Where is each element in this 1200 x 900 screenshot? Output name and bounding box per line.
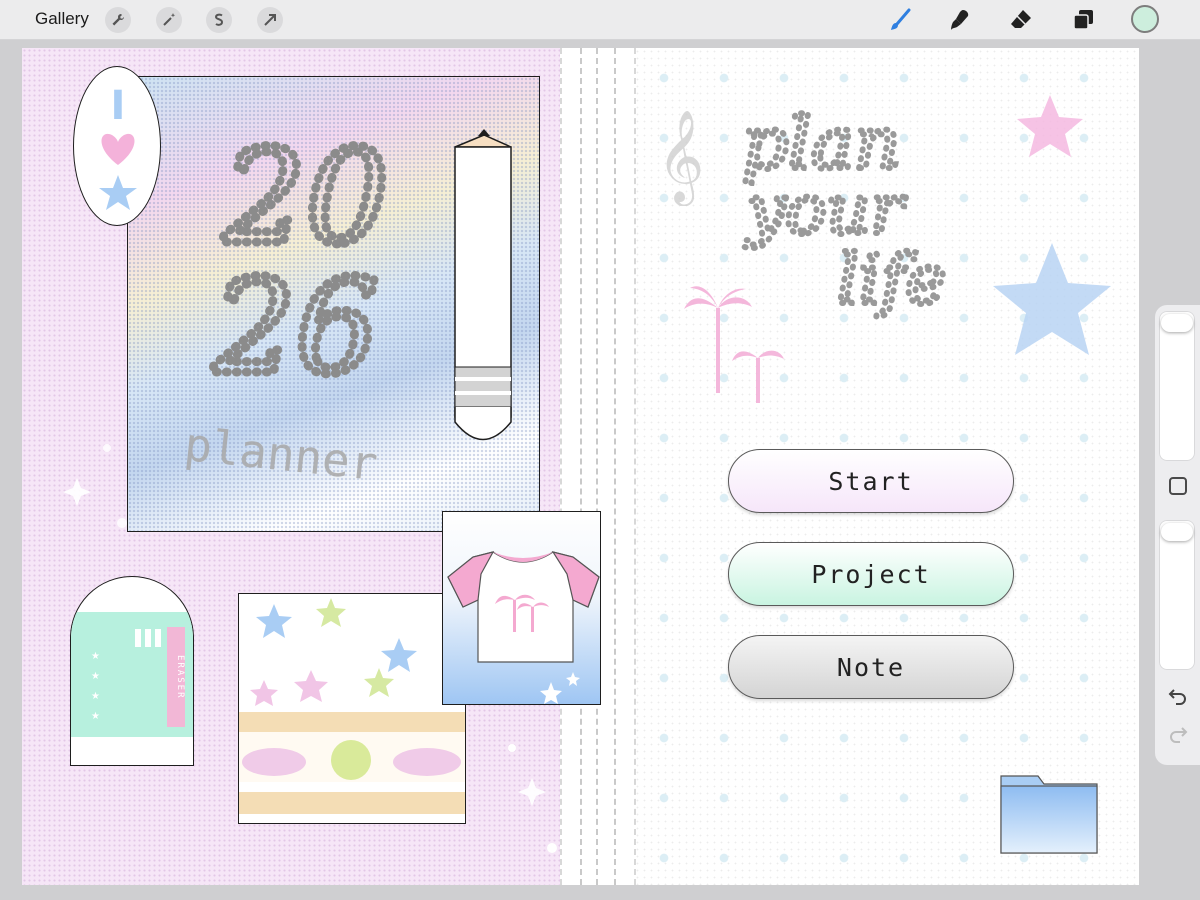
folder-icon[interactable] <box>1000 772 1098 854</box>
cake-layer-top <box>239 712 465 732</box>
brush-size-slider[interactable] <box>1159 311 1195 461</box>
dessert-sticker-card <box>238 593 466 824</box>
lace-stitch-right <box>614 48 616 885</box>
erase-button[interactable] <box>1007 6 1035 34</box>
svg-text:★: ★ <box>91 691 100 702</box>
eraser-sticker: ERASER ★ ★ ★ ★ <box>70 576 194 766</box>
undo-button[interactable] <box>1165 683 1191 709</box>
script-line-3: life <box>837 241 946 320</box>
paint-button[interactable] <box>886 6 914 34</box>
star-icon-pink-right <box>1017 95 1083 157</box>
redo-icon <box>1170 727 1188 743</box>
opacity-slider[interactable] <box>1159 520 1195 670</box>
right-page-artwork: 𝄞 plan your life <box>657 95 1111 403</box>
lace-stitch-left <box>580 48 582 885</box>
eraser-sticker-label: ERASER <box>167 627 185 727</box>
brush-size-knob[interactable] <box>1161 314 1193 332</box>
magic-wand-icon <box>163 13 176 26</box>
planner-subtitle: planner <box>182 417 380 491</box>
undo-icon <box>1168 689 1186 705</box>
strawberry-left <box>242 748 306 776</box>
wrench-icon <box>112 13 125 26</box>
svg-text:★: ★ <box>91 711 100 722</box>
pencil-sticker <box>454 129 512 441</box>
eraser-icon <box>1011 10 1031 28</box>
palm-trees-icon <box>684 286 784 403</box>
eraser-stripes <box>135 629 165 647</box>
project-button[interactable]: Project <box>728 542 1014 606</box>
adjustments-button[interactable] <box>156 7 182 33</box>
sparkle-star-icon-small <box>566 672 580 686</box>
actions-button[interactable] <box>105 7 131 33</box>
svg-text:★: ★ <box>91 651 100 662</box>
sparkle-star-icon <box>540 682 562 704</box>
star-icon-green <box>316 598 346 627</box>
selection-button[interactable] <box>206 7 232 33</box>
kiwi-center <box>331 740 371 780</box>
selection-icon <box>214 13 224 26</box>
opacity-knob[interactable] <box>1161 523 1193 541</box>
star-icon-blue-right <box>993 243 1111 355</box>
smudge-icon <box>951 10 969 30</box>
cake-layer-bottom <box>239 792 465 814</box>
eraser-star-row: ★ ★ ★ ★ <box>91 651 100 722</box>
year-bottom-text: 26 <box>212 251 378 403</box>
tshirt-artwork <box>447 551 600 704</box>
tshirt-sticker-card <box>442 511 601 705</box>
layers-button[interactable] <box>1069 6 1097 34</box>
transform-button[interactable] <box>257 7 283 33</box>
modify-button[interactable] <box>1169 477 1187 495</box>
side-controls-panel <box>1155 305 1200 765</box>
lace-stitch-center <box>596 48 598 885</box>
gallery-button[interactable]: Gallery <box>35 9 89 29</box>
note-button[interactable]: Note <box>728 635 1014 699</box>
star-icon-blue-2 <box>381 638 417 672</box>
sparkle-decoration <box>63 444 127 528</box>
planner-cover: 20 26 planner <box>127 76 540 532</box>
star-icon-pink-2 <box>250 680 278 706</box>
script-line-2: your <box>744 171 906 250</box>
cover-artwork: 20 26 planner <box>182 117 512 491</box>
star-icon-green-2 <box>364 668 394 697</box>
artwork-canvas[interactable]: 20 26 planner I ERASER ★ ★ ★ ★ 𝄞 plan yo… <box>22 48 1139 885</box>
start-button[interactable]: Start <box>728 449 1014 513</box>
sparkle-decoration-bottom <box>508 744 557 853</box>
star-icon-pink <box>294 670 328 702</box>
layers-icon <box>1073 10 1093 30</box>
strawberry-right <box>393 748 461 776</box>
top-toolbar: Gallery <box>0 0 1200 40</box>
transform-arrow-icon <box>264 14 276 26</box>
treble-clef-icon: 𝄞 <box>657 109 704 206</box>
dessert-artwork <box>239 598 465 814</box>
badge-letter: I <box>111 83 126 129</box>
smudge-button[interactable] <box>946 6 974 34</box>
svg-text:★: ★ <box>91 671 100 682</box>
color-picker-swatch[interactable] <box>1131 5 1159 33</box>
redo-button[interactable] <box>1165 721 1191 747</box>
brush-icon <box>891 8 911 30</box>
star-icon-blue <box>256 604 292 638</box>
